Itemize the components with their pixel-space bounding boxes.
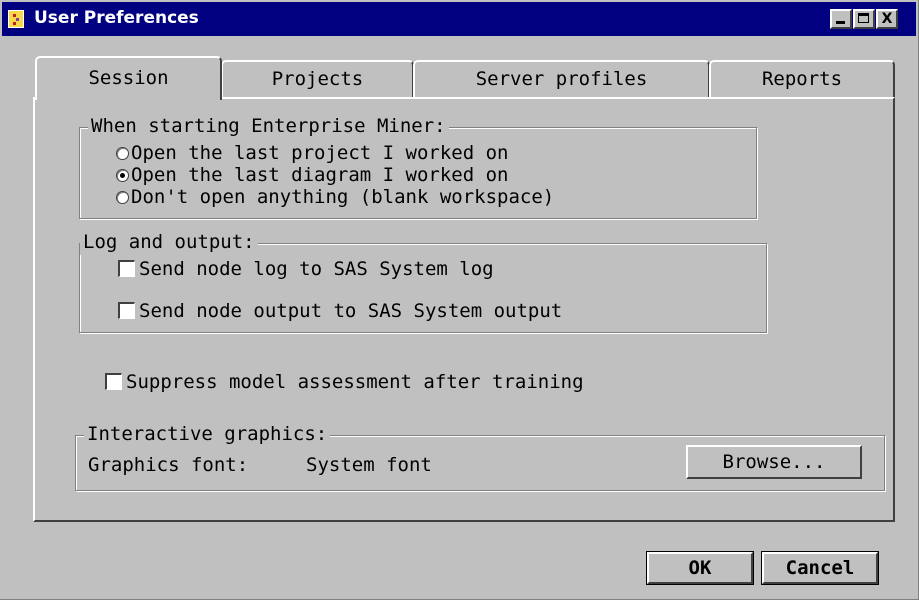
checkbox[interactable] bbox=[118, 302, 135, 319]
ok-button[interactable]: OK bbox=[646, 551, 754, 585]
window-title: User Preferences bbox=[34, 8, 199, 28]
log-output-group: Log and output: Send node log to SAS Sys… bbox=[79, 229, 767, 333]
log-output-legend: Log and output: bbox=[80, 229, 258, 255]
title-bar[interactable]: User Preferences X bbox=[2, 2, 916, 36]
option-label: Open the last project I worked on bbox=[131, 142, 509, 164]
startup-legend: When starting Enterprise Miner: bbox=[88, 113, 449, 139]
option-label: Don't open anything (blank workspace) bbox=[131, 186, 555, 208]
radio-dont-open[interactable]: Don't open anything (blank workspace) bbox=[116, 186, 554, 208]
minimize-icon bbox=[836, 21, 845, 24]
session-panel: When starting Enterprise Miner: Open the… bbox=[33, 97, 895, 522]
option-label: Open the last diagram I worked on bbox=[131, 164, 509, 186]
radio-open-last-diagram[interactable]: Open the last diagram I worked on bbox=[116, 164, 509, 186]
option-label: Send node output to SAS System output bbox=[139, 300, 563, 322]
radio-button[interactable] bbox=[116, 191, 129, 204]
option-label: Send node log to SAS System log bbox=[139, 258, 494, 280]
radio-button[interactable] bbox=[116, 147, 129, 160]
tab-reports[interactable]: Reports bbox=[709, 60, 895, 98]
tab-label: Session bbox=[88, 67, 169, 89]
checkbox-send-node-output[interactable]: Send node output to SAS System output bbox=[118, 300, 562, 322]
radio-open-last-project[interactable]: Open the last project I worked on bbox=[116, 142, 509, 164]
checkbox-send-node-log[interactable]: Send node log to SAS System log bbox=[118, 258, 494, 280]
tab-projects[interactable]: Projects bbox=[221, 60, 414, 98]
graphics-font-label: Graphics font: bbox=[88, 454, 249, 476]
checkbox[interactable] bbox=[118, 260, 135, 277]
browse-button[interactable]: Browse... bbox=[686, 445, 862, 479]
close-button[interactable]: X bbox=[876, 9, 898, 29]
checkbox-suppress-assessment[interactable]: Suppress model assessment after training bbox=[105, 371, 584, 393]
option-label: Suppress model assessment after training bbox=[126, 371, 584, 393]
app-icon bbox=[8, 10, 24, 28]
tab-label: Projects bbox=[271, 68, 364, 90]
cancel-button[interactable]: Cancel bbox=[761, 551, 879, 585]
minimize-button[interactable] bbox=[830, 9, 852, 29]
tab-label: Server profiles bbox=[475, 68, 648, 90]
close-icon: X bbox=[881, 11, 893, 27]
radio-button-selected[interactable] bbox=[116, 169, 129, 182]
tab-label: Reports bbox=[761, 68, 843, 90]
interactive-graphics-group: Interactive graphics: Graphics font: Sys… bbox=[75, 421, 885, 491]
interactive-graphics-legend: Interactive graphics: bbox=[84, 421, 331, 447]
graphics-font-value: System font bbox=[306, 454, 432, 476]
checkbox[interactable] bbox=[105, 373, 122, 390]
user-preferences-window: User Preferences X Session Projects Serv… bbox=[0, 0, 919, 600]
maximize-button[interactable] bbox=[853, 9, 875, 29]
tab-session[interactable]: Session bbox=[35, 56, 222, 100]
tab-server-profiles[interactable]: Server profiles bbox=[413, 60, 710, 98]
startup-group: When starting Enterprise Miner: Open the… bbox=[79, 113, 757, 219]
maximize-icon bbox=[858, 13, 869, 23]
